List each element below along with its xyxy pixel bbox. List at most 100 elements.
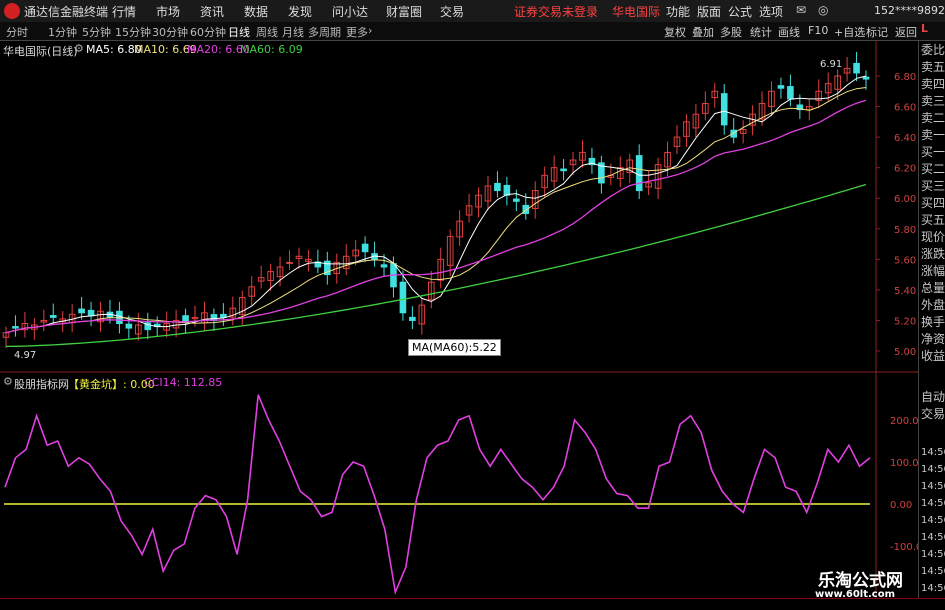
menu-gongneng[interactable]: 功能 (666, 3, 690, 20)
watermark-url: www.60lt.com (815, 589, 896, 600)
quote-side-panel: 委比 卖五 卖四 卖三 卖二 卖一 买一 买二 买三 买四 买五 现价 涨跌 涨幅 总量 外盘 换手 净资 收益 自动… (918, 40, 945, 600)
period-1min[interactable]: 1分钟 (48, 24, 77, 40)
ma20-line (5, 99, 867, 334)
btn-biaoji[interactable]: 标记 (866, 24, 888, 40)
menu-caifuquan[interactable]: 财富圈 (386, 3, 422, 20)
period-multi[interactable]: 多周期 (308, 24, 341, 40)
btn-duogu[interactable]: 多股 (720, 24, 742, 40)
period-daily[interactable]: 日线 (228, 24, 250, 40)
cci-tick-label: 100.0 (890, 458, 918, 469)
period-bar: 分时 1分钟 5分钟 15分钟 30分钟 60分钟 日线 周线 月线 多周期 更… (0, 22, 945, 41)
panel-item: 买三 (921, 179, 945, 193)
menu-banmian[interactable]: 版面 (697, 3, 721, 20)
panel-item: 卖四 (921, 77, 945, 91)
candlestick-series (2, 51, 870, 348)
price-tick-label: 5.00 (894, 347, 916, 358)
ma10-line (5, 87, 867, 334)
menu-faxian[interactable]: 发现 (288, 3, 312, 20)
candle-body (49, 315, 57, 318)
menu-gongshi[interactable]: 公式 (728, 3, 752, 20)
price-tick-label: 6.20 (894, 164, 916, 175)
trade-time: 14:56 (921, 498, 945, 509)
period-weekly[interactable]: 周线 (256, 24, 278, 40)
period-monthly[interactable]: 月线 (282, 24, 304, 40)
candle-body (513, 198, 520, 202)
panel-corner-label: L (921, 22, 929, 35)
candle-body (503, 184, 511, 196)
candle-body (560, 168, 567, 172)
panel-item: 净资 (921, 332, 945, 346)
settings-icon[interactable]: ⚙ (74, 42, 84, 55)
price-tick-label: 6.80 (894, 72, 916, 83)
menu-shichang[interactable]: 市场 (156, 3, 180, 20)
time-axis-bar (0, 598, 945, 610)
panel-item: 卖五 (921, 60, 945, 74)
price-tick-label: 5.40 (894, 286, 916, 297)
low-price-label: 4.97 (14, 350, 37, 361)
candle-body (125, 323, 133, 329)
menu-jiaoyi[interactable]: 交易 (440, 3, 464, 20)
ma-lines (5, 75, 867, 348)
message-icon[interactable]: ✉ (796, 3, 806, 17)
panel-item: 卖一 (921, 128, 945, 142)
sub-chart-title: 股朋指标网 (14, 378, 69, 391)
btn-f10[interactable]: F10 (808, 24, 828, 37)
trade-login-warning[interactable]: 证券交易未登录 (514, 3, 598, 20)
menu-bar: 通达信金融终端 行情 市场 资讯 数据 发现 问小达 财富圈 交易 证券交易未登… (0, 0, 945, 23)
period-60min[interactable]: 60分钟 (190, 24, 226, 40)
sub-settings-icon[interactable]: ⚙ (3, 375, 13, 388)
price-tick-label: 6.60 (894, 103, 916, 114)
panel-item: 涨跌 (921, 247, 945, 261)
panel-item[interactable]: 自动 (921, 389, 945, 405)
period-more[interactable]: 更多 (346, 24, 368, 40)
candle-body (286, 261, 293, 264)
high-price-label: 6.91 (820, 59, 843, 70)
panel-item: 卖二 (921, 111, 945, 125)
kline-chart[interactable]: 6.80 6.60 6.40 6.20 6.00 5.80 5.60 5.40 5.20 5.00… (0, 40, 918, 600)
trade-time: 14:56 (921, 583, 945, 594)
panel-item: 买四 (921, 196, 945, 210)
chevron-right-icon[interactable]: › (368, 24, 372, 37)
trade-time: 14:56 (921, 515, 945, 526)
user-icon[interactable]: ◎ (818, 3, 828, 17)
period-fenshi[interactable]: 分时 (6, 24, 28, 40)
panel-item: 买五 (921, 213, 945, 227)
cci-tick-label: 200.0 (890, 416, 918, 427)
candle-body (380, 264, 388, 268)
btn-tongji[interactable]: 统计 (750, 24, 772, 40)
broker-name: 华电国际 (612, 5, 661, 19)
menu-shuju[interactable]: 数据 (244, 3, 268, 20)
indicator-value: 【黄金坑】: 0.00 (68, 378, 155, 391)
panel-item: 卖三 (921, 94, 945, 108)
period-15min[interactable]: 15分钟 (115, 24, 151, 40)
menu-xuanxiang[interactable]: 选项 (759, 3, 783, 20)
cci-tick-label: 0.00 (890, 500, 912, 511)
candle-body (87, 309, 95, 317)
price-tick-label: 5.60 (894, 255, 916, 266)
btn-fanhui[interactable]: 返回 (895, 24, 917, 40)
ma60-line (5, 183, 867, 348)
candle-body (409, 316, 416, 321)
main-chart-title: 华电国际(日线) (3, 45, 78, 58)
candle-body (853, 62, 860, 74)
menu-wenxiaoda[interactable]: 问小达 (332, 3, 368, 20)
trade-time: 14:56 (921, 464, 945, 475)
account-id[interactable]: 152****9892 (874, 4, 945, 17)
btn-fuquan[interactable]: 复权 (664, 24, 686, 40)
period-30min[interactable]: 30分钟 (152, 24, 188, 40)
price-tick-label: 6.00 (894, 194, 916, 205)
btn-huaxian[interactable]: 画线 (778, 24, 800, 40)
menu-hangqing[interactable]: 行情 (112, 3, 136, 20)
panel-item: 涨幅 (921, 264, 945, 278)
btn-diejia[interactable]: 叠加 (692, 24, 714, 40)
price-tick-label: 5.80 (894, 225, 916, 236)
candle-body (494, 182, 501, 192)
ma5-line (5, 75, 867, 334)
panel-item[interactable]: 交易 (921, 406, 945, 422)
chart-grid (0, 40, 918, 600)
panel-item: 收益 (921, 349, 945, 363)
candle-body (361, 243, 369, 253)
btn-zixuan[interactable]: +自选 (834, 24, 865, 40)
menu-zixun[interactable]: 资讯 (200, 3, 224, 20)
period-5min[interactable]: 5分钟 (82, 24, 111, 40)
